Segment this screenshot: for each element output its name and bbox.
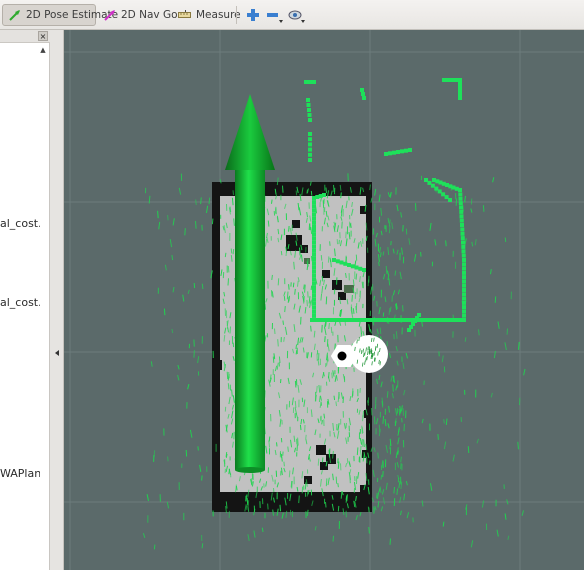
tool-2d-pose-estimate[interactable]: 2D Pose Estimate xyxy=(2,4,118,26)
panel-close-button[interactable]: × xyxy=(38,31,48,41)
map-canvas[interactable] xyxy=(64,30,584,570)
zoom-out-button[interactable] xyxy=(264,5,284,25)
panel-splitter[interactable] xyxy=(50,30,64,570)
tool-measure[interactable]: Measure xyxy=(172,4,241,26)
zoom-out-icon xyxy=(267,13,283,23)
toolbar-separator xyxy=(236,6,237,24)
display-item[interactable]: WAPlan.. xyxy=(0,467,40,480)
zoom-in-button[interactable] xyxy=(243,5,263,25)
render-viewport[interactable] xyxy=(64,30,584,570)
display-item[interactable]: al_cost.. xyxy=(0,296,40,309)
tool-2d-nav-goal[interactable]: 2D Nav Goal xyxy=(98,4,187,26)
nav-goal-arrow-icon xyxy=(104,10,115,21)
collapse-arrow-icon[interactable] xyxy=(55,350,59,356)
displays-panel: × ▲ al_cost.. al_cost.. WAPlan.. xyxy=(0,30,50,570)
zoom-in-icon xyxy=(247,9,259,21)
pose-estimate-arrow-icon xyxy=(9,10,20,21)
toolbar: 2D Pose Estimate 2D Nav Goal Measure xyxy=(0,0,584,30)
scroll-up-arrow-icon[interactable]: ▲ xyxy=(39,46,47,54)
eye-icon xyxy=(288,10,305,23)
display-item[interactable]: al_cost.. xyxy=(0,217,40,230)
ruler-icon xyxy=(178,12,191,18)
tool-label: Measure xyxy=(196,9,241,21)
panel-header: × xyxy=(0,30,50,43)
close-icon: × xyxy=(39,32,47,41)
camera-view-button[interactable] xyxy=(286,5,306,25)
